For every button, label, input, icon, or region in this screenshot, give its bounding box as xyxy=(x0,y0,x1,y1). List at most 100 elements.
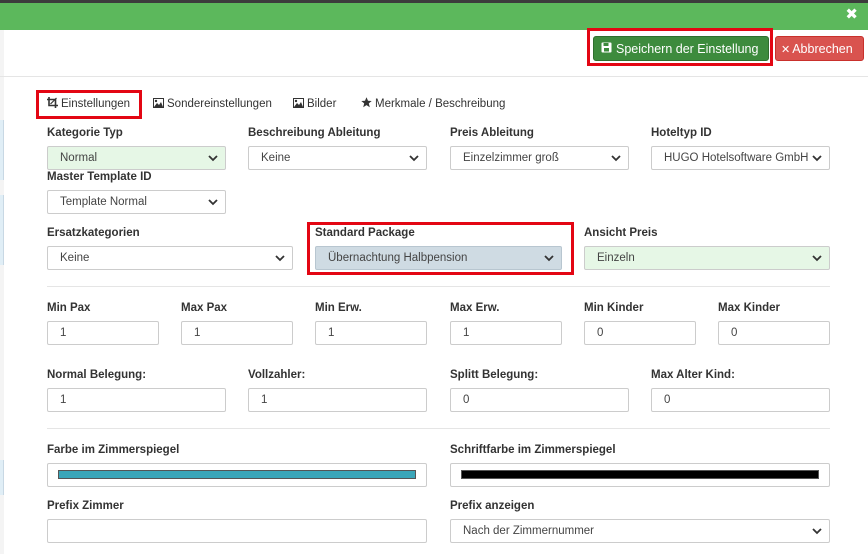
tab-label: Merkmale / Beschreibung xyxy=(375,98,506,110)
schriftfarbe-zimmerspiegel-picker[interactable] xyxy=(450,463,830,487)
master-template-id-select[interactable]: Template Normal xyxy=(47,190,226,214)
background-panel xyxy=(0,120,4,180)
tab-label: Bilder xyxy=(307,98,337,110)
ansicht-preis-select[interactable]: Einzeln xyxy=(584,246,830,270)
ersatzkategorien-select[interactable]: Keine xyxy=(47,246,293,270)
min-kinder-value: 0 xyxy=(597,327,604,339)
tab-einstellungen[interactable]: Einstellungen xyxy=(47,92,130,116)
master-template-id-value: Template Normal xyxy=(60,196,147,208)
ansicht-preis-value: Einzeln xyxy=(597,252,635,264)
standard-package-label: Standard Package xyxy=(315,227,415,239)
close-icon[interactable]: ✖ xyxy=(845,6,858,24)
ersatzkategorien-value: Keine xyxy=(60,252,90,264)
beschreibung-ableitung-value: Keine xyxy=(261,152,291,164)
master-template-id-label: Master Template ID xyxy=(47,171,152,183)
chevron-down-icon xyxy=(208,155,218,162)
min-pax-value: 1 xyxy=(60,327,67,339)
max-erw-label: Max Erw. xyxy=(450,302,500,314)
normal-belegung-value: 1 xyxy=(60,394,67,406)
farbe-zimmerspiegel-picker[interactable] xyxy=(47,463,427,487)
min-pax-label: Min Pax xyxy=(47,302,91,314)
prefix-anzeigen-label: Prefix anzeigen xyxy=(450,500,535,512)
color-swatch xyxy=(461,470,819,479)
chevron-down-icon xyxy=(208,199,218,206)
modal-header-bar: ✖ xyxy=(0,0,868,30)
kategorie-typ-select[interactable]: Normal xyxy=(47,146,226,170)
image-icon xyxy=(153,93,164,108)
hoteltyp-id-select[interactable]: HUGO Hotelsoftware GmbH xyxy=(651,146,830,170)
min-erw-label: Min Erw. xyxy=(315,302,362,314)
beschreibung-ableitung-label: Beschreibung Ableitung xyxy=(248,127,381,139)
prefix-zimmer-label: Prefix Zimmer xyxy=(47,500,124,512)
tab-merkmale-beschreibung[interactable]: Merkmale / Beschreibung xyxy=(361,92,505,116)
preis-ableitung-select[interactable]: Einzelzimmer groß xyxy=(450,146,629,170)
min-erw-value: 1 xyxy=(328,327,335,339)
max-alter-kind-value: 0 xyxy=(664,394,671,406)
vollzahler-label: Vollzahler: xyxy=(248,369,306,381)
cancel-button[interactable]: ✕ Abbrechen xyxy=(775,36,864,61)
times-icon: ✕ xyxy=(781,44,791,56)
chevron-down-icon xyxy=(275,255,285,262)
crop-icon xyxy=(47,93,58,108)
floppy-disk-icon xyxy=(601,38,612,63)
background-panel xyxy=(0,195,4,265)
splitt-belegung-value: 0 xyxy=(463,394,470,406)
color-swatch xyxy=(58,470,416,479)
chevron-down-icon xyxy=(409,155,419,162)
kategorie-typ-label: Kategorie Typ xyxy=(47,127,123,139)
save-settings-label: Speichern der Einstellung xyxy=(616,42,759,56)
chevron-down-icon xyxy=(812,255,822,262)
max-alter-kind-input[interactable]: 0 xyxy=(651,388,830,412)
tab-label: Einstellungen xyxy=(61,98,131,110)
vollzahler-input[interactable]: 1 xyxy=(248,388,427,412)
normal-belegung-input[interactable]: 1 xyxy=(47,388,226,412)
section-divider xyxy=(47,286,830,287)
tab-label: Sondereinstellungen xyxy=(167,98,272,110)
background-page-strip xyxy=(0,30,4,554)
tab-sondereinstellungen[interactable]: Sondereinstellungen xyxy=(153,92,272,116)
splitt-belegung-input[interactable]: 0 xyxy=(450,388,629,412)
ansicht-preis-label: Ansicht Preis xyxy=(584,227,658,239)
kategorie-typ-value: Normal xyxy=(60,152,98,164)
hoteltyp-id-value: HUGO Hotelsoftware GmbH xyxy=(664,152,809,164)
max-erw-value: 1 xyxy=(463,327,470,339)
max-pax-value: 1 xyxy=(194,327,201,339)
chevron-down-icon xyxy=(812,528,822,535)
max-pax-input[interactable]: 1 xyxy=(181,321,293,345)
min-erw-input[interactable]: 1 xyxy=(315,321,427,345)
prefix-anzeigen-value: Nach der Zimmernummer xyxy=(463,525,594,537)
min-kinder-input[interactable]: 0 xyxy=(584,321,696,345)
cancel-label: Abbrechen xyxy=(792,42,853,56)
farbe-zimmerspiegel-label: Farbe im Zimmerspiegel xyxy=(47,444,180,456)
standard-package-select[interactable]: Übernachtung Halbpension xyxy=(315,246,562,270)
beschreibung-ableitung-select[interactable]: Keine xyxy=(248,146,427,170)
star-icon xyxy=(361,93,372,108)
preis-ableitung-label: Preis Ableitung xyxy=(450,127,534,139)
ersatzkategorien-label: Ersatzkategorien xyxy=(47,227,140,239)
image-icon xyxy=(293,93,304,108)
chevron-down-icon xyxy=(544,255,554,262)
standard-package-value: Übernachtung Halbpension xyxy=(328,252,468,264)
vollzahler-value: 1 xyxy=(261,394,268,406)
preis-ableitung-value: Einzelzimmer groß xyxy=(463,152,559,164)
chevron-down-icon xyxy=(812,155,822,162)
background-panel xyxy=(0,460,4,495)
chevron-down-icon xyxy=(611,155,621,162)
max-kinder-value: 0 xyxy=(731,327,738,339)
max-pax-label: Max Pax xyxy=(181,302,228,314)
max-alter-kind-label: Max Alter Kind: xyxy=(651,369,735,381)
max-kinder-input[interactable]: 0 xyxy=(718,321,830,345)
max-erw-input[interactable]: 1 xyxy=(450,321,562,345)
prefix-anzeigen-select[interactable]: Nach der Zimmernummer xyxy=(450,519,830,543)
prefix-zimmer-input[interactable] xyxy=(47,519,427,543)
save-settings-button[interactable]: Speichern der Einstellung xyxy=(593,36,769,61)
section-divider xyxy=(47,428,830,429)
tab-bilder[interactable]: Bilder xyxy=(293,92,336,116)
min-pax-input[interactable]: 1 xyxy=(47,321,159,345)
min-kinder-label: Min Kinder xyxy=(584,302,644,314)
normal-belegung-label: Normal Belegung: xyxy=(47,369,147,381)
max-kinder-label: Max Kinder xyxy=(718,302,780,314)
splitt-belegung-label: Splitt Belegung: xyxy=(450,369,539,381)
schriftfarbe-zimmerspiegel-label: Schriftfarbe im Zimmerspiegel xyxy=(450,444,616,456)
hoteltyp-id-label: Hoteltyp ID xyxy=(651,127,712,139)
